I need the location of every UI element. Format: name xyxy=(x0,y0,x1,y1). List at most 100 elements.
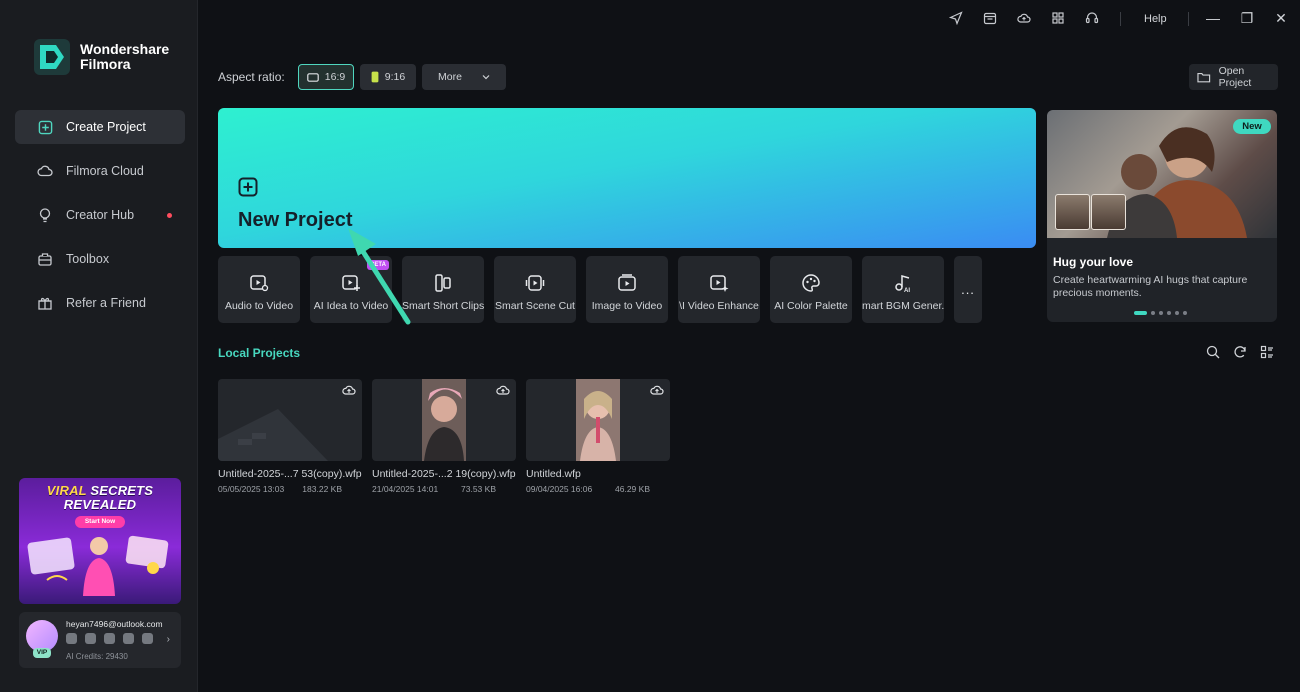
promo-illustration xyxy=(27,535,169,596)
project-thumbnail xyxy=(218,379,362,461)
video-enhance-icon xyxy=(710,275,729,292)
ai-credits: AI Credits: 29430 xyxy=(66,652,128,661)
tile-ai-color-palette[interactable]: AI Color Palette xyxy=(770,256,852,323)
sidebar-item-create-project[interactable]: Create Project xyxy=(15,110,185,144)
carousel-dot[interactable] xyxy=(1183,311,1187,315)
user-badges xyxy=(66,633,153,644)
project-date: 09/04/2025 16:06 xyxy=(526,484,593,494)
filmora-logo-icon xyxy=(32,37,72,77)
tiles-more-button[interactable]: ... xyxy=(954,256,982,323)
toolbox-icon xyxy=(37,251,53,267)
tile-smart-scene-cut[interactable]: Smart Scene Cut xyxy=(494,256,576,323)
user-email: heyan7496@outlook.com xyxy=(66,619,163,629)
vip-badge: VIP xyxy=(33,648,51,658)
aspect-9-16-button[interactable]: 9:16 xyxy=(360,64,416,90)
promo-banner[interactable]: VIRAL SECRETS REVEALED Start Now xyxy=(19,478,181,604)
headset-icon[interactable] xyxy=(1085,11,1099,25)
project-thumbnail xyxy=(526,379,670,461)
project-size: 46.29 KB xyxy=(615,484,650,494)
cloud-upload-icon[interactable] xyxy=(496,383,510,397)
sidebar: Wondershare Filmora Create Project Filmo… xyxy=(0,0,198,692)
sidebar-item-creator-hub[interactable]: Creator Hub xyxy=(15,198,185,232)
arrow-annotation xyxy=(348,228,411,325)
calendar-icon[interactable] xyxy=(983,11,997,25)
sidebar-item-filmora-cloud[interactable]: Filmora Cloud xyxy=(15,154,185,188)
close-button[interactable]: ✕ xyxy=(1273,10,1289,26)
project-item[interactable]: Untitled-2025-...2 19(copy).wfp 21/04/20… xyxy=(372,379,516,494)
aspect-more-dropdown[interactable]: More xyxy=(422,64,506,90)
aspect-ratio-label: Aspect ratio: xyxy=(218,70,285,84)
project-name: Untitled-2025-...7 53(copy).wfp xyxy=(218,468,362,480)
local-projects-tools xyxy=(1206,345,1274,359)
feature-tiles: Audio to Video BETA AI Idea to Video Sma… xyxy=(218,256,982,323)
app-logo: Wondershare Filmora xyxy=(32,37,169,77)
carousel-dot[interactable] xyxy=(1175,311,1179,315)
app-name-line1: Wondershare xyxy=(80,41,170,57)
sidebar-item-label: Create Project xyxy=(66,120,146,134)
project-thumbnail xyxy=(372,379,516,461)
carousel-dots[interactable] xyxy=(1134,311,1187,315)
carousel-dot[interactable] xyxy=(1134,311,1147,315)
add-icon xyxy=(238,177,258,197)
more-icon: ... xyxy=(961,282,975,297)
notification-dot xyxy=(167,213,172,218)
feature-news-card[interactable]: New Hug your love Create heartwarming AI… xyxy=(1047,110,1277,322)
tile-ai-video-enhance[interactable]: \I Video Enhance xyxy=(678,256,760,323)
news-thumb xyxy=(1055,194,1090,230)
image-to-video-icon xyxy=(618,274,636,291)
list-view-icon[interactable] xyxy=(1260,345,1274,359)
news-description: Create heartwarming AI hugs that capture… xyxy=(1053,274,1248,298)
filmora-app: Wondershare Filmora Create Project Filmo… xyxy=(0,0,1300,692)
local-projects-title: Local Projects xyxy=(218,346,301,360)
palette-icon xyxy=(802,274,820,292)
project-size: 73.53 KB xyxy=(461,484,496,494)
bulb-icon xyxy=(37,207,53,223)
open-project-button[interactable]: Open Project xyxy=(1189,64,1278,90)
carousel-dot[interactable] xyxy=(1159,311,1163,315)
cloud-upload-icon[interactable] xyxy=(1017,11,1031,25)
gift-icon xyxy=(37,295,53,311)
news-thumb xyxy=(1091,194,1126,230)
help-button[interactable]: Help xyxy=(1144,13,1167,25)
badge-icon xyxy=(66,633,77,644)
news-image: New xyxy=(1047,110,1277,238)
user-card[interactable]: VIP heyan7496@outlook.com AI Credits: 29… xyxy=(19,612,181,668)
grid-icon[interactable] xyxy=(1051,11,1065,25)
refresh-icon[interactable] xyxy=(1233,345,1247,359)
chevron-down-icon xyxy=(482,75,490,80)
folder-icon xyxy=(1197,73,1211,83)
minimize-button[interactable]: — xyxy=(1205,10,1221,26)
chevron-right-icon[interactable]: › xyxy=(167,634,170,645)
cloud-upload-icon[interactable] xyxy=(342,383,356,397)
sidebar-item-label: Toolbox xyxy=(66,252,110,266)
sidebar-item-toolbox[interactable]: Toolbox xyxy=(15,242,185,276)
sidebar-nav: Create Project Filmora Cloud Creator Hub xyxy=(15,110,185,330)
new-badge: New xyxy=(1233,119,1271,134)
news-title: Hug your love xyxy=(1053,255,1134,269)
search-icon[interactable] xyxy=(1206,345,1220,359)
project-list: Untitled-2025-...7 53(copy).wfp 05/05/20… xyxy=(218,379,670,494)
scene-cut-icon xyxy=(525,275,545,291)
divider xyxy=(1120,12,1121,26)
tile-smart-bgm-generation[interactable]: AI mart BGM Gener. xyxy=(862,256,944,323)
project-name: Untitled.wfp xyxy=(526,468,581,480)
carousel-dot[interactable] xyxy=(1167,311,1171,315)
project-item[interactable]: Untitled.wfp 09/04/2025 16:06 46.29 KB xyxy=(526,379,670,494)
music-ai-icon: AI xyxy=(895,275,910,293)
badge-icon xyxy=(123,633,134,644)
tile-image-to-video[interactable]: Image to Video xyxy=(586,256,668,323)
divider xyxy=(1188,12,1189,26)
project-item[interactable]: Untitled-2025-...7 53(copy).wfp 05/05/20… xyxy=(218,379,362,494)
send-icon[interactable] xyxy=(949,11,963,25)
maximize-button[interactable]: ❐ xyxy=(1239,10,1255,26)
title-bar-tools xyxy=(949,11,1099,25)
audio-to-video-icon xyxy=(250,275,269,292)
cloud-icon xyxy=(37,163,53,179)
carousel-dot[interactable] xyxy=(1151,311,1155,315)
tile-audio-to-video[interactable]: Audio to Video xyxy=(218,256,300,323)
cloud-upload-icon[interactable] xyxy=(650,383,664,397)
sidebar-item-refer-a-friend[interactable]: Refer a Friend xyxy=(15,286,185,320)
sidebar-item-label: Creator Hub xyxy=(66,208,135,222)
app-name-line2: Filmora xyxy=(80,56,131,72)
aspect-16-9-button[interactable]: 16:9 xyxy=(298,64,354,90)
